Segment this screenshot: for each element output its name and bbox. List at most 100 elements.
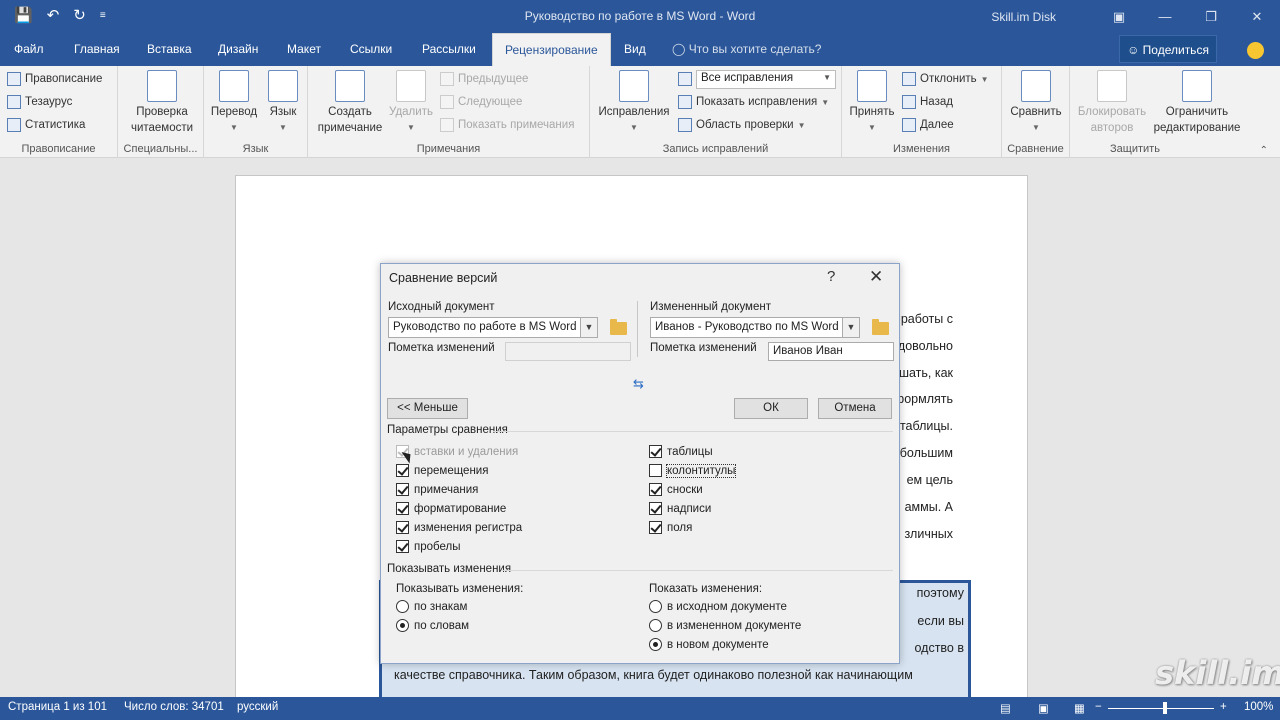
track-changes-icon xyxy=(619,70,649,102)
ribbon-display-options-icon[interactable]: ▣ xyxy=(1096,9,1142,25)
zoom-slider-thumb[interactable] xyxy=(1163,702,1167,714)
zoom-out-icon[interactable]: − xyxy=(1095,701,1102,713)
collapse-ribbon-icon[interactable]: ⌃ xyxy=(1260,145,1268,156)
help-icon[interactable]: ? xyxy=(827,268,835,285)
watermark-logo: skill.im xyxy=(1155,654,1280,692)
status-bar: Страница 1 из 101 Число слов: 34701 русс… xyxy=(0,697,1280,720)
ok-button[interactable]: ОК xyxy=(734,398,808,419)
checkbox-moves[interactable]: перемещения xyxy=(396,464,488,477)
tab-insert[interactable]: Вставка xyxy=(135,33,204,66)
previous-change-icon xyxy=(902,95,916,109)
tab-layout[interactable]: Макет xyxy=(275,33,333,66)
radio-new-document[interactable]: в новом документе xyxy=(649,638,769,651)
cancel-button[interactable]: Отмена xyxy=(818,398,892,419)
revised-document-select[interactable]: Иванов - Руководство по MS Word ▼ xyxy=(650,317,860,338)
doc-text-fragment: работы с xyxy=(900,312,953,326)
thesaurus-button[interactable]: Тезаурус xyxy=(7,95,72,109)
separator xyxy=(637,301,638,357)
original-document-value: Руководство по работе в MS Word xyxy=(393,321,577,333)
tab-mailings[interactable]: Рассылки xyxy=(410,33,488,66)
translate-icon xyxy=(219,70,249,102)
checkbox-textboxes[interactable]: надписи xyxy=(649,502,711,515)
swap-documents-icon[interactable]: ⇆ xyxy=(633,376,644,392)
web-layout-icon[interactable]: ▦ xyxy=(1074,701,1085,715)
folder-open-icon[interactable] xyxy=(610,319,627,335)
check-accessibility-button[interactable]: Проверка читаемости xyxy=(124,70,200,136)
minimize-icon[interactable]: — xyxy=(1142,9,1188,24)
original-mark-input[interactable] xyxy=(505,342,631,361)
feedback-smiley-icon[interactable] xyxy=(1247,42,1264,59)
display-for-review-select[interactable]: Все исправления ▼ xyxy=(696,70,836,89)
previous-change-button[interactable]: Назад xyxy=(902,95,953,109)
tab-review[interactable]: Рецензирование xyxy=(492,33,611,66)
checkbox-footnotes[interactable]: сноски xyxy=(649,483,703,496)
radio-label: в новом документе xyxy=(667,638,769,651)
statistics-icon xyxy=(7,118,21,132)
folder-open-icon[interactable] xyxy=(872,319,889,335)
group-compare: Сравнить ▼ Сравнение xyxy=(1002,66,1070,158)
share-button[interactable]: ☺ Поделиться xyxy=(1119,35,1217,63)
word-count[interactable]: Число слов: 34701 xyxy=(124,701,224,713)
previous-comment-button[interactable]: Предыдущее xyxy=(440,72,528,86)
radio-original-document[interactable]: в исходном документе xyxy=(649,600,787,613)
reviewing-pane-icon xyxy=(678,118,692,132)
radio-revised-document[interactable]: в измененном документе xyxy=(649,619,801,632)
reject-button[interactable]: Отклонить ▼ xyxy=(902,72,989,86)
track-changes-button[interactable]: Исправления ▼ xyxy=(594,70,674,136)
checkbox-white-space[interactable]: пробелы xyxy=(396,540,460,553)
close-window-icon[interactable]: ✕ xyxy=(1234,9,1280,25)
word-count-button[interactable]: Статистика xyxy=(7,118,85,132)
checkbox-label: пробелы xyxy=(414,540,461,553)
tab-view[interactable]: Вид xyxy=(612,33,658,66)
block-authors-button[interactable]: Блокировать авторов xyxy=(1072,70,1152,136)
checkbox-case-changes[interactable]: изменения регистра xyxy=(396,521,522,534)
delete-comment-button[interactable]: Удалить ▼ xyxy=(388,70,434,136)
tab-design[interactable]: Дизайн xyxy=(206,33,270,66)
checkbox-label: изменения регистра xyxy=(414,521,523,534)
doc-text-fragment: шать, как xyxy=(898,366,953,380)
show-markup-button[interactable]: Показать исправления ▼ xyxy=(678,95,829,109)
checkbox-comments[interactable]: примечания xyxy=(396,483,478,496)
zoom-level[interactable]: 100% xyxy=(1244,701,1273,713)
checkbox-label: таблицы xyxy=(667,445,713,458)
checkbox-fields[interactable]: поля xyxy=(649,521,692,534)
new-comment-button[interactable]: Создать примечание xyxy=(312,70,388,136)
language-indicator[interactable]: русский xyxy=(237,701,278,713)
spelling-button[interactable]: Правописание xyxy=(7,72,102,86)
tab-file[interactable]: Файл xyxy=(0,33,58,66)
checkbox-box xyxy=(649,445,662,458)
next-change-button[interactable]: Далее xyxy=(902,118,954,132)
original-document-label: Исходный документ xyxy=(388,301,495,313)
zoom-in-icon[interactable]: + xyxy=(1220,701,1227,713)
checkbox-tables[interactable]: таблицы xyxy=(649,445,713,458)
original-document-select[interactable]: Руководство по работе в MS Word ▼ xyxy=(388,317,598,338)
close-icon[interactable]: ✕ xyxy=(869,267,883,287)
print-layout-icon[interactable]: ▣ xyxy=(1038,701,1049,715)
read-mode-icon[interactable]: ▤ xyxy=(1000,701,1011,715)
radio-character-level[interactable]: по знакам xyxy=(396,600,467,613)
tab-home[interactable]: Главная xyxy=(62,33,132,66)
tell-me-search[interactable]: ◯ Что вы хотите сделать? xyxy=(672,33,821,66)
radio-word-level[interactable]: по словам xyxy=(396,619,469,632)
tab-references[interactable]: Ссылки xyxy=(338,33,404,66)
restrict-editing-button[interactable]: Ограничить редактирование xyxy=(1150,70,1244,136)
language-button[interactable]: Язык ▼ xyxy=(262,70,304,136)
page-count[interactable]: Страница 1 из 101 xyxy=(8,701,107,713)
checkbox-headers-footers[interactable]: колонтитулы xyxy=(649,463,737,478)
less-button[interactable]: << Меньше xyxy=(387,398,468,419)
revised-mark-input[interactable]: Иванов Иван xyxy=(768,342,894,361)
show-comments-button[interactable]: Показать примечания xyxy=(440,118,574,132)
highlighted-text-line: если вы xyxy=(917,614,964,628)
zoom-slider[interactable] xyxy=(1108,708,1214,709)
maximize-icon[interactable]: ❐ xyxy=(1188,9,1234,25)
compare-versions-dialog: Сравнение версий ? ✕ Исходный документ Р… xyxy=(380,263,900,664)
accept-button[interactable]: Принять ▼ xyxy=(844,70,900,136)
compare-button[interactable]: Сравнить ▼ xyxy=(1004,70,1068,136)
next-comment-button[interactable]: Следующее xyxy=(440,95,522,109)
checkbox-formatting[interactable]: форматирование xyxy=(396,502,506,515)
checkbox-insertions-deletions[interactable]: вставки и удаления xyxy=(396,445,518,458)
reviewing-pane-button[interactable]: Область проверки ▼ xyxy=(678,118,806,132)
checkbox-box xyxy=(649,502,662,515)
account-name[interactable]: Skill.im Disk xyxy=(991,10,1056,24)
translate-button[interactable]: Перевод ▼ xyxy=(208,70,260,136)
